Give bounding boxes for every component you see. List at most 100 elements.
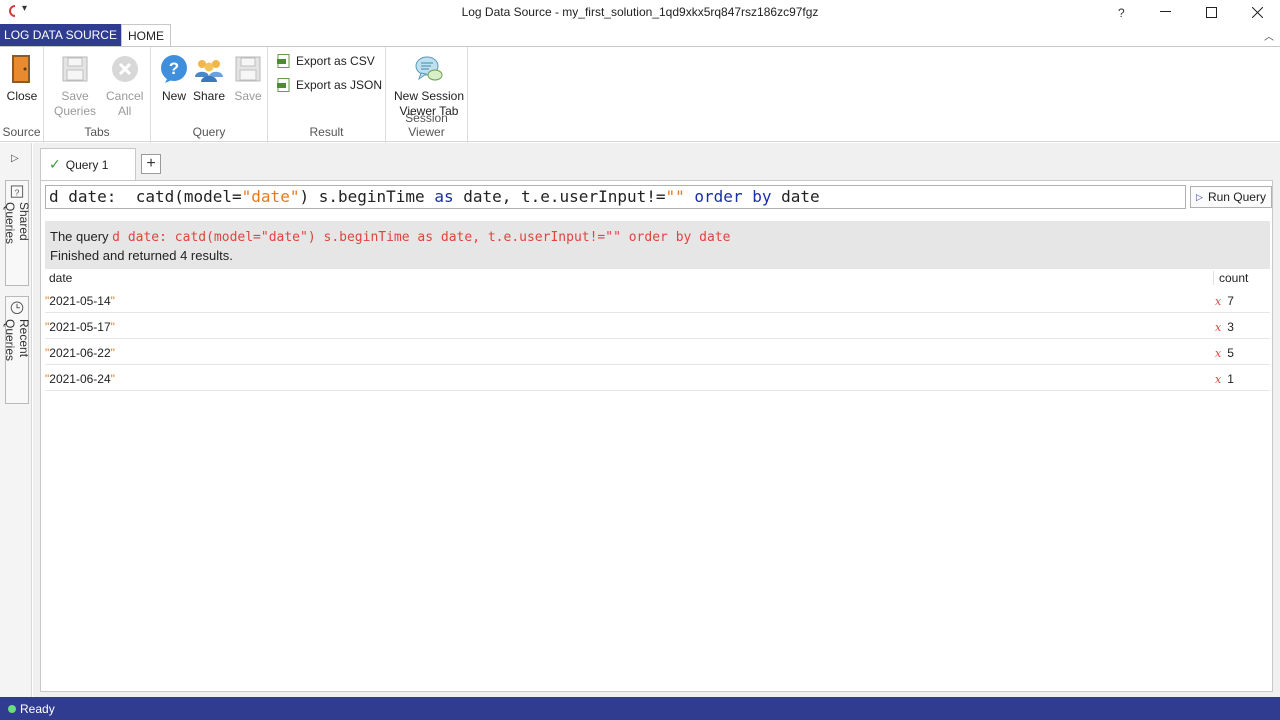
new-query-button[interactable]: ? New (158, 53, 190, 104)
result-query-text: d date: catd(model="date") s.beginTime a… (112, 230, 731, 245)
cancel-all-label-1: Cancel (106, 89, 144, 103)
group-label-source: Source (2, 125, 41, 139)
new-session-viewer-tab-button[interactable]: New Session Viewer Tab (394, 53, 464, 119)
close-window-button[interactable] (1234, 0, 1280, 24)
document-area: ✓ Query 1 + d date: catd(model="date") s… (33, 143, 1280, 697)
recent-queries-tab[interactable]: Recent Queries (3, 296, 31, 404)
status-indicator-icon (8, 704, 16, 713)
group-label-session-viewer: Session Viewer (405, 111, 448, 139)
query-panel: d date: catd(model="date") s.beginTime a… (40, 180, 1273, 692)
save-query-button[interactable]: Save (232, 53, 264, 104)
status-text: Ready (20, 701, 55, 716)
numeric-type-icon: x (1215, 321, 1222, 334)
add-tab-button[interactable]: + (141, 154, 161, 174)
shared-queries-label: Shared Queries (3, 202, 31, 245)
table-row[interactable]: "2021-06-22" x5 (45, 339, 1270, 365)
minimize-icon (1159, 11, 1171, 12)
table-header: date count (45, 269, 1270, 287)
chat-bubbles-icon (413, 53, 445, 85)
cancel-all-label-2: All (118, 104, 132, 118)
tab-query-1[interactable]: ✓ Query 1 (40, 148, 136, 180)
new-label: New (161, 89, 186, 103)
close-source-button[interactable]: Close (6, 53, 38, 104)
recent-queries-label: Recent Queries (3, 318, 31, 361)
svg-text:?: ? (169, 59, 179, 78)
group-tabs: Save Queries Cancel All Tabs (44, 47, 151, 143)
run-query-label: Run Query (1207, 190, 1266, 204)
run-query-button[interactable]: ▷ Run Query (1190, 186, 1272, 208)
close-label: Close (6, 89, 38, 103)
numeric-type-icon: x (1215, 373, 1222, 386)
check-icon: ✓ (49, 156, 61, 172)
save-queries-label-1: Save (61, 89, 89, 103)
new-session-label-1: New Session (394, 89, 465, 103)
table-row[interactable]: "2021-06-24" x1 (45, 365, 1270, 391)
help-bubble-icon: ? (158, 53, 190, 85)
clock-icon (10, 301, 24, 315)
group-label-result: Result (309, 125, 344, 139)
result-table: date count "2021-05-14" x7 "2021-05-17" … (45, 269, 1270, 391)
query-editor[interactable]: d date: catd(model="date") s.beginTime a… (45, 185, 1186, 209)
share-button[interactable]: Share (193, 53, 225, 104)
door-exit-icon (6, 53, 38, 85)
numeric-type-icon: x (1215, 347, 1222, 360)
json-file-icon (277, 78, 290, 92)
cell-count: x3 (1215, 320, 1234, 334)
group-label-query: Query (192, 125, 226, 139)
svg-text:?: ? (15, 187, 20, 197)
save-label: Save (234, 89, 262, 103)
ribbon-tab-strip: LOG DATA SOURCE HOME ︿ (0, 24, 1280, 47)
table-row[interactable]: "2021-05-14" x7 (45, 287, 1270, 313)
close-icon (1251, 6, 1263, 18)
group-result: Export as CSV Export as JSON Result (268, 47, 386, 143)
cell-date: "2021-06-24" (45, 372, 115, 386)
shared-queries-icon: ? (10, 185, 24, 198)
query-tab-label: Query 1 (65, 157, 109, 172)
column-header-count[interactable]: count (1213, 271, 1248, 285)
result-prefix: The query (50, 229, 109, 244)
cell-count: x7 (1215, 294, 1234, 308)
group-query: ? New Share Save Query (151, 47, 268, 143)
column-header-date[interactable]: date (49, 271, 72, 285)
cell-date: "2021-05-14" (45, 294, 115, 308)
share-label: Share (193, 89, 226, 103)
users-share-icon (193, 53, 225, 85)
maximize-button[interactable] (1188, 0, 1234, 24)
group-session-viewer: New Session Viewer Tab Session Viewer (386, 47, 468, 143)
export-json-label: Export as JSON (296, 78, 383, 92)
group-label-tabs: Tabs (84, 125, 110, 139)
maximize-icon (1205, 6, 1217, 18)
cell-count: x5 (1215, 346, 1234, 360)
status-bar: Ready (0, 697, 1280, 720)
cell-date: "2021-06-22" (45, 346, 115, 360)
tab-log-data-source[interactable]: LOG DATA SOURCE (0, 24, 121, 46)
cancel-all-button[interactable]: Cancel All (106, 53, 143, 119)
result-status: Finished and returned 4 results. (50, 248, 233, 263)
cell-date: "2021-05-17" (45, 320, 115, 334)
export-csv-button[interactable]: Export as CSV (277, 54, 375, 68)
export-csv-label: Export as CSV (296, 54, 375, 68)
group-source: Close Source (0, 47, 44, 143)
export-json-button[interactable]: Export as JSON (277, 78, 382, 92)
cell-count: x1 (1215, 372, 1234, 386)
table-row[interactable]: "2021-05-17" x3 (45, 313, 1270, 339)
collapse-ribbon-icon[interactable]: ︿ (1264, 28, 1274, 43)
cancel-circle-icon (109, 53, 141, 85)
save-queries-label-2: Queries (54, 104, 97, 118)
play-icon: ▷ (1196, 191, 1203, 202)
help-button[interactable]: ? (1118, 6, 1125, 20)
numeric-type-icon: x (1215, 295, 1222, 308)
csv-file-icon (277, 54, 290, 68)
shared-queries-tab[interactable]: ? Shared Queries (3, 180, 31, 286)
save-queries-button[interactable]: Save Queries (54, 53, 96, 119)
floppy-disk-icon (232, 53, 264, 85)
tab-home[interactable]: HOME (121, 24, 171, 47)
title-bar: ▾ Log Data Source - my_first_solution_1q… (0, 0, 1280, 24)
floppy-disk-icon (59, 53, 91, 85)
window-title: Log Data Source - my_first_solution_1qd9… (461, 5, 819, 19)
result-summary: The query d date: catd(model="date") s.b… (45, 221, 1270, 269)
side-rail: ▷ ? Shared Queries Recent Queries (0, 143, 32, 697)
minimize-button[interactable] (1142, 0, 1188, 24)
ribbon: Close Source Save Queries Cancel All Tab… (0, 46, 1280, 143)
expand-panel-icon[interactable]: ▷ (11, 153, 19, 164)
